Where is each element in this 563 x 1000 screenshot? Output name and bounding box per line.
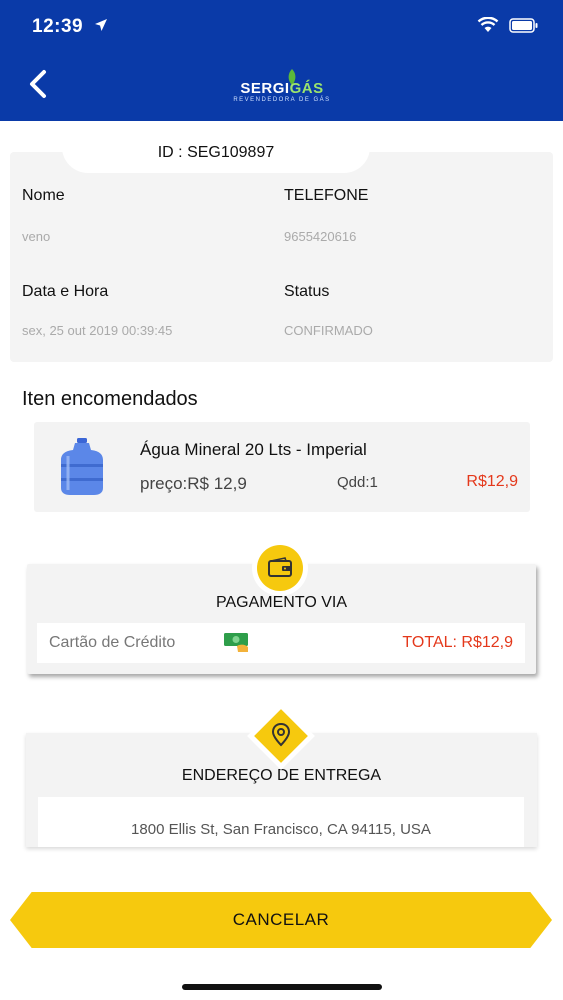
phone-label: TELEFONE xyxy=(284,187,369,204)
item-quantity: Qdd:1 xyxy=(337,474,378,491)
chevron-left-icon xyxy=(30,70,46,98)
payment-total: TOTAL: R$12,9 xyxy=(402,634,513,651)
wallet-badge xyxy=(252,540,308,596)
water-jug-image xyxy=(58,438,106,496)
name-label: Nome xyxy=(22,187,65,204)
location-arrow-icon xyxy=(94,18,108,37)
order-info-card: Nome veno TELEFONE 9655420616 Data e Hor… xyxy=(10,152,553,362)
battery-icon xyxy=(509,17,539,38)
payment-title: PAGAMENTO VIA xyxy=(216,594,347,611)
datetime-label: Data e Hora xyxy=(22,283,109,300)
logo-text-primary: SERGI xyxy=(240,80,290,97)
list-item[interactable]: Água Mineral 20 Lts - Imperial preço:R$ … xyxy=(34,422,530,512)
status-icons xyxy=(477,16,539,38)
item-total: R$12,9 xyxy=(466,473,518,490)
app-logo: SERGIGÁS REVENDEDORA DE GÁS xyxy=(230,66,334,106)
name-value: veno xyxy=(22,229,51,244)
app-header: 12:39 SERGIGÁS REVENDEDORA DE GÁS xyxy=(0,0,563,121)
status-value: CONFIRMADO xyxy=(284,323,373,338)
item-unit-price: preço:R$ 12,9 xyxy=(140,474,247,493)
delivery-address: 1800 Ellis St, San Francisco, CA 94115, … xyxy=(131,821,431,838)
status-label: Status xyxy=(284,283,330,300)
cash-icon xyxy=(223,631,251,658)
phone-value: 9655420616 xyxy=(284,229,357,244)
logo-subtitle: REVENDEDORA DE GÁS xyxy=(233,97,331,103)
order-id: ID : SEG109897 xyxy=(62,133,370,173)
payment-row: Cartão de Crédito TOTAL: R$12,9 xyxy=(37,623,525,663)
home-indicator xyxy=(182,984,382,990)
status-time: 12:39 xyxy=(32,16,84,37)
datetime-value: sex, 25 out 2019 00:39:45 xyxy=(22,323,173,338)
logo-text-secondary: GÁS xyxy=(289,80,324,97)
location-pin-icon xyxy=(270,722,292,753)
wifi-icon xyxy=(477,16,499,38)
back-button[interactable] xyxy=(22,66,58,102)
location-badge xyxy=(247,702,315,770)
cancel-button[interactable]: CANCELAR xyxy=(10,892,552,948)
payment-method: Cartão de Crédito xyxy=(49,634,176,651)
wallet-icon xyxy=(268,557,292,577)
item-name: Água Mineral 20 Lts - Imperial xyxy=(140,440,367,459)
delivery-title: ENDEREÇO DE ENTREGA xyxy=(181,767,382,784)
status-bar: 12:39 xyxy=(0,0,563,56)
items-section-title: Iten encomendados xyxy=(22,388,198,410)
address-row: 1800 Ellis St, San Francisco, CA 94115, … xyxy=(38,797,524,847)
